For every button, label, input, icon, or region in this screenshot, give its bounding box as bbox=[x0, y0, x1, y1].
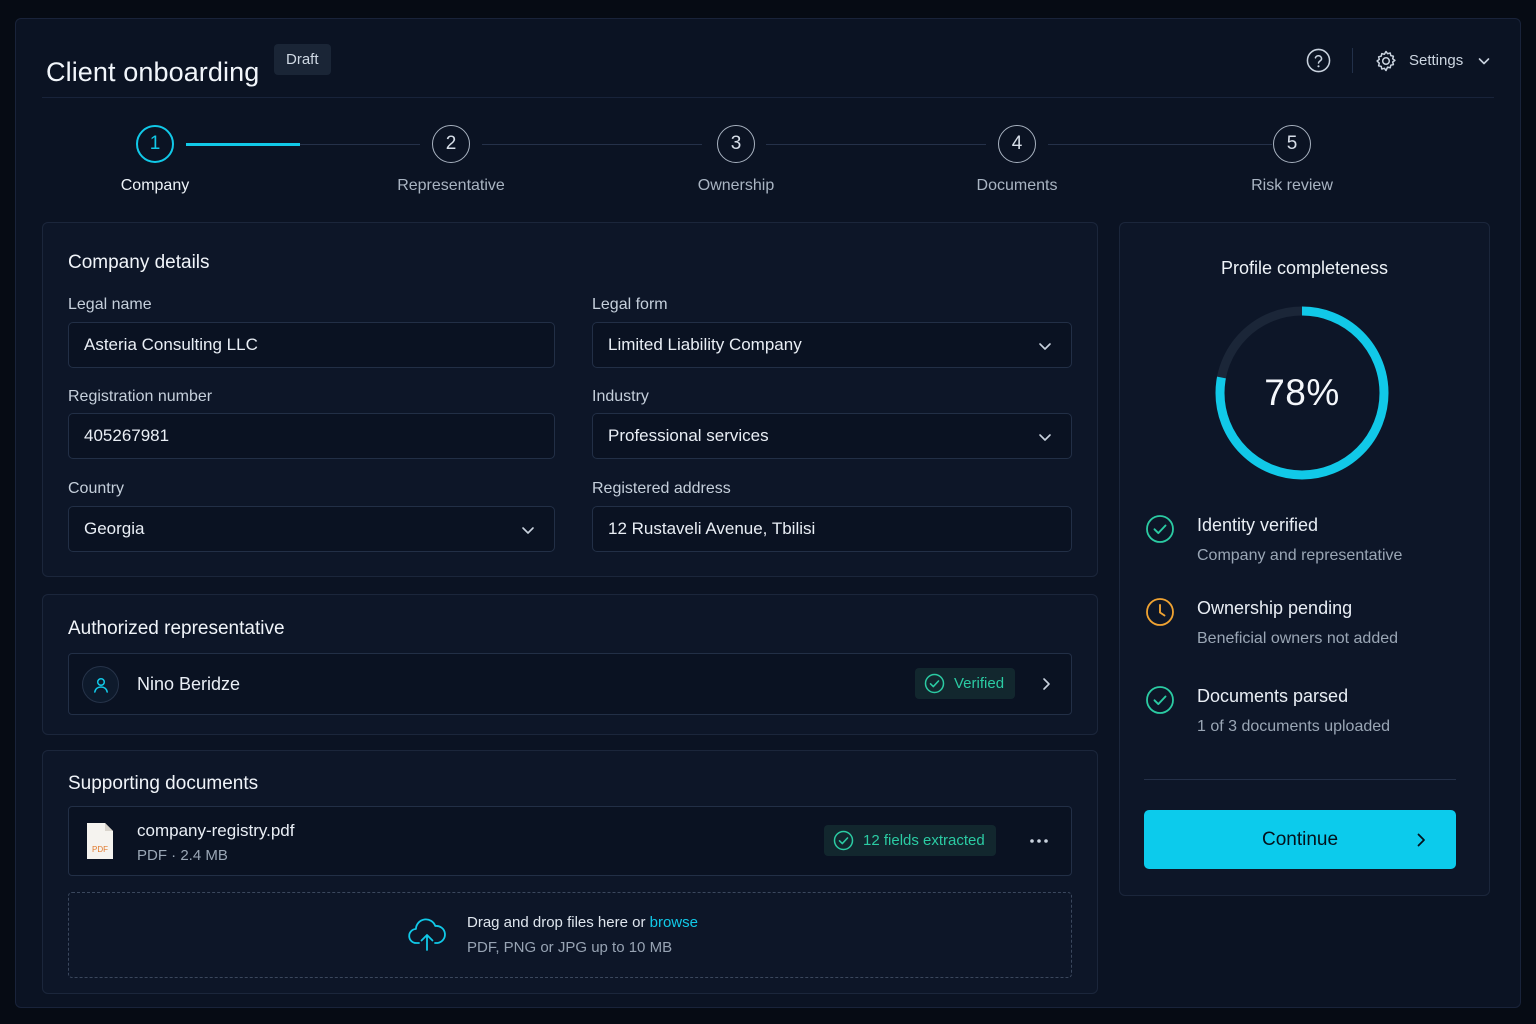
onboarding-window: Client onboarding Draft Settings 1 Compa… bbox=[15, 18, 1521, 1008]
continue-label: Continue bbox=[1261, 828, 1339, 850]
header-separator bbox=[42, 97, 1494, 98]
cloud-upload-icon bbox=[408, 918, 446, 951]
country-label: Country bbox=[68, 480, 125, 497]
status-subtitle: Company and representative bbox=[1197, 547, 1403, 564]
check-circle-icon bbox=[833, 830, 854, 851]
legal-name-label: Legal name bbox=[68, 296, 152, 313]
documents-panel: Supporting documents PDF company-registr… bbox=[42, 750, 1098, 994]
registration-number-value: 405267981 bbox=[84, 426, 170, 445]
settings-label: Settings bbox=[1409, 52, 1464, 69]
chevron-down-icon bbox=[1478, 57, 1490, 64]
user-icon bbox=[93, 677, 108, 693]
step-risk-review[interactable]: 5 Risk review bbox=[1192, 125, 1392, 195]
completeness-percent: 78% bbox=[1264, 372, 1340, 413]
settings-menu[interactable]: Settings bbox=[1374, 48, 1491, 73]
document-row[interactable]: PDF company-registry.pdf PDF · 2.4 MB 12… bbox=[68, 806, 1072, 876]
chevron-right-icon bbox=[1417, 833, 1425, 847]
step-label: Documents bbox=[976, 177, 1058, 194]
registered-address-label: Registered address bbox=[592, 480, 731, 497]
step-documents[interactable]: 4 Documents bbox=[917, 125, 1117, 195]
country-select[interactable]: Georgia bbox=[68, 506, 555, 552]
pdf-type-label: PDF bbox=[92, 845, 108, 854]
step-label: Risk review bbox=[1251, 177, 1333, 194]
registration-number-label: Registration number bbox=[68, 388, 213, 405]
representative-panel: Authorized representative Nino Beridze V… bbox=[42, 594, 1098, 735]
clock-icon bbox=[1146, 598, 1174, 626]
step-number: 2 bbox=[432, 125, 470, 163]
industry-select[interactable]: Professional services bbox=[592, 413, 1072, 459]
help-icon[interactable] bbox=[1306, 48, 1331, 73]
document-name: company-registry.pdf bbox=[137, 821, 295, 840]
more-options-icon[interactable] bbox=[1029, 834, 1049, 848]
header-divider bbox=[1352, 48, 1353, 73]
page-title: Client onboarding bbox=[46, 57, 260, 87]
industry-value: Professional services bbox=[608, 426, 769, 445]
registered-address-input[interactable]: 12 Rustaveli Avenue, Tbilisi bbox=[592, 506, 1072, 552]
registered-address-value: 12 Rustaveli Avenue, Tbilisi bbox=[608, 519, 816, 538]
browse-link[interactable]: browse bbox=[650, 914, 698, 931]
representative-heading: Authorized representative bbox=[68, 618, 285, 639]
completeness-title: Profile completeness bbox=[1220, 258, 1389, 278]
company-details-panel: Company details Legal name Asteria Consu… bbox=[42, 222, 1098, 577]
status-subtitle: 1 of 3 documents uploaded bbox=[1197, 718, 1391, 735]
status-badge: Draft bbox=[274, 44, 331, 75]
check-circle-icon bbox=[1146, 515, 1174, 543]
status-subtitle: Beneficial owners not added bbox=[1197, 630, 1399, 647]
representative-name: Nino Beridze bbox=[137, 674, 241, 694]
panel-separator bbox=[1144, 779, 1456, 780]
step-label: Representative bbox=[397, 177, 505, 194]
fields-extracted-label: 12 fields extracted bbox=[863, 832, 985, 849]
completeness-panel: Profile completeness 78% Identity verifi… bbox=[1119, 222, 1490, 896]
chevron-right-icon[interactable] bbox=[1038, 676, 1054, 692]
step-company[interactable]: 1 Company bbox=[55, 125, 255, 195]
step-label: Company bbox=[120, 177, 190, 194]
registration-number-input[interactable]: 405267981 bbox=[68, 413, 555, 459]
pdf-file-icon: PDF bbox=[87, 823, 113, 859]
step-representative[interactable]: 2 Representative bbox=[351, 125, 551, 195]
country-value: Georgia bbox=[84, 519, 145, 538]
chevron-down-icon bbox=[522, 527, 534, 534]
status-title: Identity verified bbox=[1197, 515, 1319, 535]
step-ownership[interactable]: 3 Ownership bbox=[636, 125, 836, 195]
step-label: Ownership bbox=[697, 177, 775, 194]
legal-form-label: Legal form bbox=[592, 296, 668, 313]
dropzone-text: Drag and drop files here or browse bbox=[467, 914, 698, 931]
document-meta: PDF · 2.4 MB bbox=[137, 847, 228, 864]
gear-icon bbox=[1376, 50, 1396, 71]
step-number: 4 bbox=[998, 125, 1036, 163]
legal-name-input[interactable]: Asteria Consulting LLC bbox=[68, 322, 555, 368]
company-details-heading: Company details bbox=[68, 252, 210, 273]
fields-extracted-badge: 12 fields extracted bbox=[824, 825, 996, 856]
dropzone-hint: PDF, PNG or JPG up to 10 MB bbox=[467, 939, 673, 956]
chevron-down-icon bbox=[1039, 434, 1051, 441]
status-title: Ownership pending bbox=[1197, 598, 1353, 618]
industry-label: Industry bbox=[592, 388, 649, 405]
continue-button[interactable]: Continue bbox=[1144, 810, 1456, 869]
avatar bbox=[82, 666, 119, 703]
chevron-down-icon bbox=[1039, 343, 1051, 350]
dropzone-instruction: Drag and drop files here or bbox=[467, 914, 646, 931]
step-number: 3 bbox=[717, 125, 755, 163]
status-title: Documents parsed bbox=[1197, 686, 1349, 706]
step-number: 5 bbox=[1273, 125, 1311, 163]
documents-heading: Supporting documents bbox=[68, 773, 259, 794]
legal-form-value: Limited Liability Company bbox=[608, 335, 802, 354]
legal-name-value: Asteria Consulting LLC bbox=[84, 335, 258, 354]
representative-row[interactable]: Nino Beridze Verified bbox=[68, 653, 1072, 715]
legal-form-select[interactable]: Limited Liability Company bbox=[592, 322, 1072, 368]
verified-badge-label: Verified bbox=[954, 675, 1005, 692]
step-number: 1 bbox=[136, 125, 174, 163]
verified-badge: Verified bbox=[915, 668, 1016, 699]
check-circle-icon bbox=[924, 673, 945, 694]
check-circle-icon bbox=[1146, 686, 1174, 714]
file-dropzone[interactable]: Drag and drop files here or browse PDF, … bbox=[68, 892, 1072, 978]
